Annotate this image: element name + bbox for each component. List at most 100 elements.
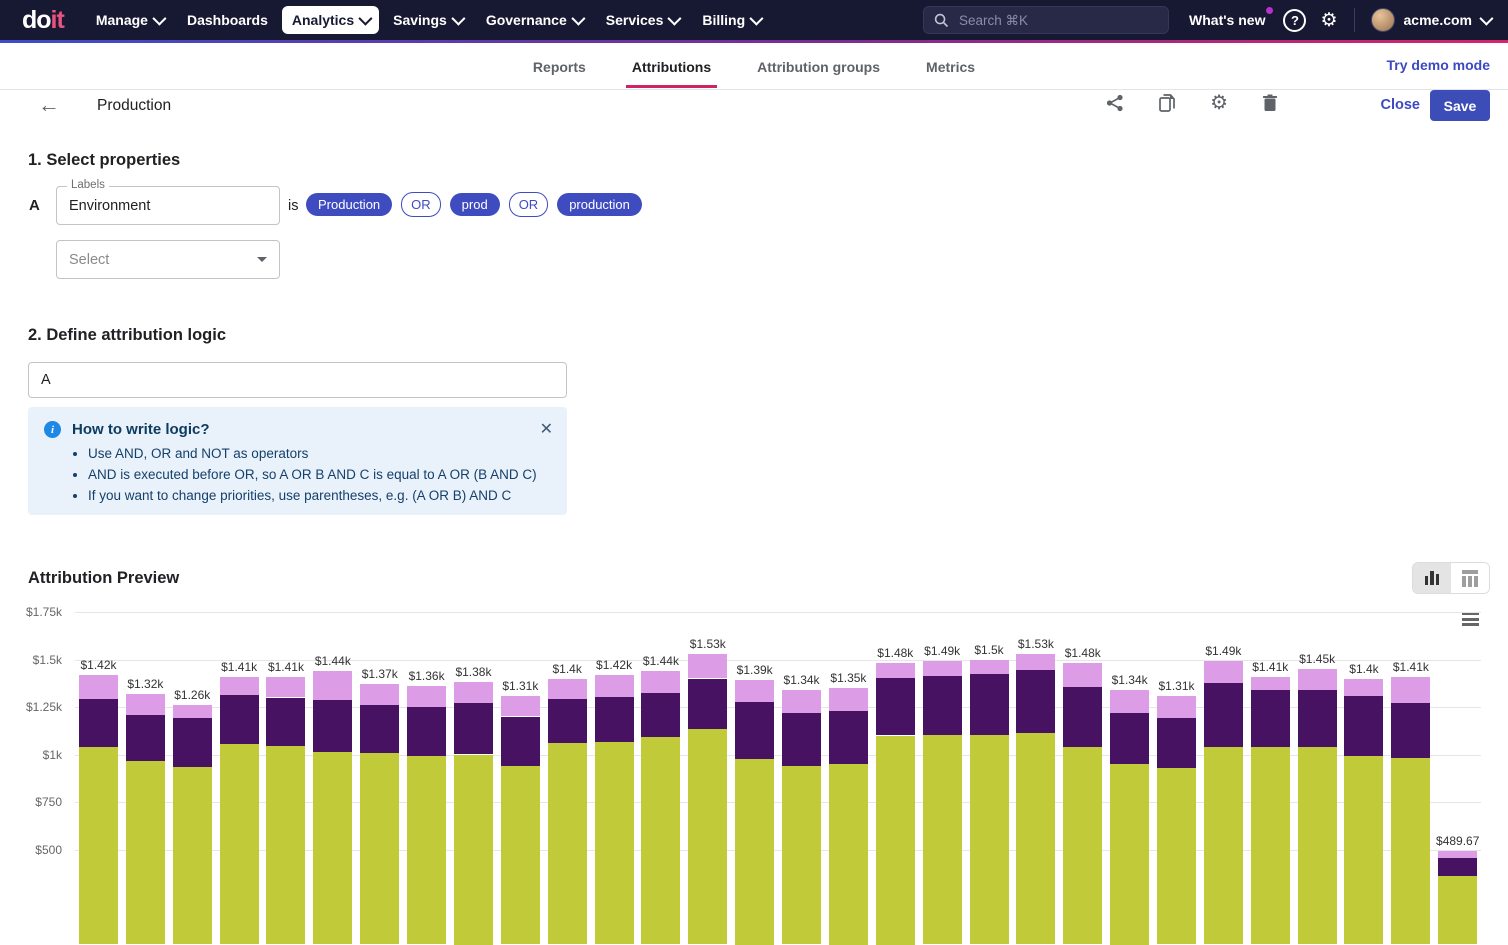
labels-field[interactable]: Labels Environment: [56, 186, 280, 225]
bar-segment[interactable]: [173, 718, 212, 766]
bar-segment[interactable]: [782, 713, 821, 766]
bar-segment[interactable]: [1157, 718, 1196, 767]
back-arrow-icon[interactable]: ←: [38, 94, 60, 116]
bar-segment[interactable]: [1344, 756, 1383, 944]
bar-segment[interactable]: [407, 707, 446, 756]
bar-segment[interactable]: [970, 660, 1009, 674]
doit-logo[interactable]: doit: [22, 6, 64, 35]
bar-segment[interactable]: [735, 759, 774, 944]
delete-icon[interactable]: [1262, 94, 1278, 112]
bar-segment[interactable]: [360, 705, 399, 753]
bar-segment[interactable]: [1438, 858, 1477, 876]
share-icon[interactable]: [1106, 94, 1124, 112]
bar-segment[interactable]: [548, 743, 587, 944]
bar-segment[interactable]: [735, 702, 774, 759]
search-input[interactable]: [957, 12, 1121, 29]
bar-segment[interactable]: [79, 747, 118, 945]
tab-attributions[interactable]: Attributions: [618, 45, 725, 87]
tab-reports[interactable]: Reports: [519, 45, 600, 87]
bar-segment[interactable]: [173, 705, 212, 718]
bar-segment[interactable]: [220, 695, 259, 744]
bar-segment[interactable]: [595, 742, 634, 944]
bar-segment[interactable]: [407, 686, 446, 707]
bar-segment[interactable]: [1016, 670, 1055, 733]
bar-segment[interactable]: [220, 677, 259, 695]
try-demo-mode-link[interactable]: Try demo mode: [1387, 57, 1490, 73]
bar-segment[interactable]: [501, 766, 540, 945]
bar-segment[interactable]: [407, 756, 446, 944]
value-chip[interactable]: OR: [509, 192, 549, 217]
bar-segment[interactable]: [1344, 696, 1383, 757]
bar-segment[interactable]: [688, 729, 727, 945]
value-chip[interactable]: Production: [306, 193, 392, 216]
bar-segment[interactable]: [923, 661, 962, 675]
nav-item-manage[interactable]: Manage: [86, 6, 173, 34]
bar-segment[interactable]: [1110, 690, 1149, 713]
bar-segment[interactable]: [313, 700, 352, 751]
bar-segment[interactable]: [1391, 703, 1430, 758]
bar-segment[interactable]: [1298, 747, 1337, 945]
bar-segment[interactable]: [1298, 669, 1337, 690]
bar-segment[interactable]: [829, 688, 868, 711]
bar-segment[interactable]: [970, 735, 1009, 945]
bar-segment[interactable]: [1204, 661, 1243, 683]
bar-segment[interactable]: [1110, 764, 1149, 945]
bar-segment[interactable]: [1063, 687, 1102, 747]
bar-segment[interactable]: [1344, 679, 1383, 696]
bar-segment[interactable]: [1438, 851, 1477, 858]
help-icon[interactable]: ?: [1283, 9, 1306, 32]
bar-segment[interactable]: [1391, 677, 1430, 704]
bar-segment[interactable]: [173, 767, 212, 945]
bar-segment[interactable]: [360, 684, 399, 705]
bar-segment[interactable]: [1157, 696, 1196, 719]
bar-segment[interactable]: [266, 698, 305, 746]
bar-segment[interactable]: [1204, 683, 1243, 747]
bar-segment[interactable]: [454, 682, 493, 703]
bar-segment[interactable]: [1251, 747, 1290, 945]
bar-segment[interactable]: [923, 735, 962, 945]
bar-segment[interactable]: [548, 699, 587, 743]
settings-icon[interactable]: ⚙: [1320, 11, 1337, 30]
bar-segment[interactable]: [501, 717, 540, 766]
chart-view-button[interactable]: [1413, 563, 1451, 593]
bar-segment[interactable]: [641, 693, 680, 738]
close-button[interactable]: Close: [1381, 97, 1421, 113]
bar-segment[interactable]: [1016, 733, 1055, 945]
bar-segment[interactable]: [79, 699, 118, 747]
bar-segment[interactable]: [876, 678, 915, 736]
bar-segment[interactable]: [454, 703, 493, 754]
bar-segment[interactable]: [313, 752, 352, 945]
bar-segment[interactable]: [313, 671, 352, 700]
chevron-down-icon[interactable]: [1479, 12, 1493, 26]
tab-metrics[interactable]: Metrics: [912, 45, 989, 87]
nav-item-billing[interactable]: Billing: [692, 6, 770, 34]
nav-item-dashboards[interactable]: Dashboards: [177, 6, 278, 34]
bar-segment[interactable]: [1438, 876, 1477, 944]
bar-segment[interactable]: [876, 663, 915, 677]
bar-segment[interactable]: [1157, 768, 1196, 945]
select-dropdown[interactable]: Select: [56, 240, 280, 279]
nav-item-savings[interactable]: Savings: [383, 6, 472, 34]
save-button[interactable]: Save: [1430, 90, 1490, 121]
bar-segment[interactable]: [1110, 713, 1149, 764]
bar-segment[interactable]: [829, 764, 868, 945]
value-chip[interactable]: OR: [401, 192, 441, 217]
bar-segment[interactable]: [548, 679, 587, 700]
bar-segment[interactable]: [970, 674, 1009, 735]
avatar[interactable]: [1371, 8, 1395, 32]
bar-segment[interactable]: [220, 744, 259, 944]
bar-segment[interactable]: [1016, 654, 1055, 670]
nav-item-services[interactable]: Services: [596, 6, 689, 34]
bar-segment[interactable]: [454, 755, 493, 945]
bar-segment[interactable]: [1298, 690, 1337, 747]
bar-segment[interactable]: [126, 694, 165, 715]
bar-segment[interactable]: [688, 654, 727, 679]
search-box[interactable]: [923, 6, 1169, 34]
bar-segment[interactable]: [688, 679, 727, 729]
bar-segment[interactable]: [1391, 758, 1430, 944]
bar-segment[interactable]: [501, 696, 540, 717]
bar-segment[interactable]: [641, 737, 680, 944]
bar-segment[interactable]: [266, 746, 305, 945]
duplicate-icon[interactable]: [1158, 94, 1176, 112]
bar-segment[interactable]: [595, 675, 634, 697]
